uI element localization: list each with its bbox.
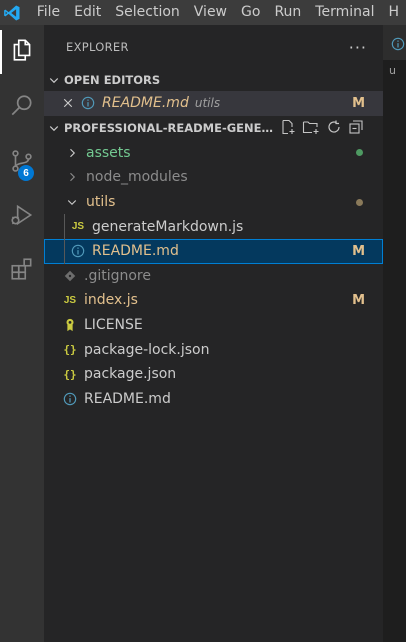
chevron-right-icon (64, 169, 80, 185)
modified-badge: M (352, 95, 365, 111)
extensions-icon (9, 256, 35, 286)
run-debug-icon (9, 202, 35, 232)
collapse-all-icon[interactable] (348, 119, 364, 138)
new-file-icon[interactable] (280, 119, 296, 138)
status-dot (356, 198, 363, 206)
activity-source-control[interactable]: 6 (0, 141, 44, 185)
tree-item-label: README.md (84, 390, 171, 407)
git-icon (62, 268, 78, 284)
open-editors-header[interactable]: OPEN EDITORS (44, 69, 383, 91)
menu-go[interactable]: Go (234, 0, 267, 25)
menu-view[interactable]: View (187, 0, 234, 25)
explorer-sidebar: EXPLORER ··· OPEN EDITORS README.md util… (44, 25, 383, 642)
info-icon (80, 95, 96, 111)
menu-run[interactable]: Run (267, 0, 308, 25)
chevron-down-icon (44, 74, 64, 86)
status-dot (356, 149, 363, 157)
tree-item-label: utils (86, 194, 116, 211)
json-file-icon: {} (63, 343, 77, 357)
menu-edit[interactable]: Edit (67, 0, 108, 25)
breadcrumb[interactable]: u (383, 60, 406, 82)
explorer-toolbar (280, 119, 364, 138)
tree-item-label: node_modules (86, 169, 188, 186)
menu-file[interactable]: File (30, 0, 67, 25)
activity-search[interactable] (0, 86, 44, 130)
search-icon (9, 93, 35, 123)
files-icon (9, 37, 35, 67)
activity-extensions[interactable] (0, 249, 44, 293)
new-folder-icon[interactable] (302, 119, 320, 138)
chevron-down-icon (44, 122, 64, 134)
tree-folder-assets[interactable]: assets (44, 141, 383, 166)
tree-item-label: .gitignore (84, 267, 151, 284)
menu-selection[interactable]: Selection (108, 0, 187, 25)
info-icon (70, 243, 86, 259)
json-file-icon: {} (63, 367, 77, 381)
tree-item-label: package.json (84, 366, 177, 383)
info-icon (62, 391, 78, 407)
tree-file-index-js[interactable]: JS index.js M (44, 288, 383, 313)
tree-file-license[interactable]: LICENSE (44, 313, 383, 338)
explorer-header: EXPLORER ··· (44, 25, 383, 69)
activity-run-debug[interactable] (0, 195, 44, 239)
open-editor-filename: README.md (102, 95, 189, 112)
indent-guide (64, 214, 65, 239)
file-tree: assets node_modules utils JS generateMar… (44, 141, 383, 412)
project-name: PROFESSIONAL-README-GENER... (64, 121, 274, 136)
tree-item-label: README.md (92, 243, 179, 260)
chevron-down-icon (64, 194, 80, 210)
activity-explorer[interactable] (0, 30, 44, 74)
tree-item-label: assets (86, 144, 131, 161)
tree-file-package-json[interactable]: {} package.json (44, 362, 383, 387)
more-actions-icon[interactable]: ··· (349, 38, 367, 57)
tree-folder-node-modules[interactable]: node_modules (44, 165, 383, 190)
open-editors-label: OPEN EDITORS (64, 73, 161, 87)
explorer-title: EXPLORER (66, 40, 129, 54)
vscode-logo-icon (0, 0, 24, 25)
editor-tab[interactable] (383, 25, 406, 60)
tree-file-readme-root[interactable]: README.md (44, 387, 383, 412)
open-editor-folder: utils (194, 96, 221, 111)
modified-badge: M (352, 243, 365, 259)
close-icon[interactable] (44, 97, 74, 109)
editor-area: u (383, 25, 406, 642)
tree-file-readme-utils[interactable]: README.md M (44, 238, 383, 264)
tree-item-label: generateMarkdown.js (92, 218, 244, 235)
menu-help[interactable]: H (381, 0, 406, 25)
info-icon (391, 36, 405, 55)
title-bar: File Edit Selection View Go Run Terminal… (0, 0, 406, 25)
tree-folder-utils[interactable]: utils (44, 190, 383, 215)
chevron-right-icon (64, 145, 80, 161)
modified-badge: M (352, 292, 365, 308)
javascript-file-icon: JS (71, 221, 85, 233)
refresh-icon[interactable] (326, 119, 342, 138)
open-editor-item[interactable]: README.md utils M (44, 91, 383, 116)
project-header[interactable]: PROFESSIONAL-README-GENER... (44, 116, 383, 141)
tree-item-label: package-lock.json (84, 341, 210, 358)
tree-file-generatemarkdown[interactable]: JS generateMarkdown.js (44, 214, 383, 239)
license-icon (62, 317, 78, 333)
source-control-badge: 6 (18, 165, 34, 181)
activity-bar: 6 (0, 25, 44, 642)
indent-guide (64, 238, 65, 264)
menu-terminal[interactable]: Terminal (308, 0, 381, 25)
javascript-file-icon: JS (63, 294, 77, 306)
tree-file-gitignore[interactable]: .gitignore (44, 264, 383, 289)
menu-bar: File Edit Selection View Go Run Terminal… (30, 0, 406, 25)
tree-item-label: LICENSE (84, 317, 143, 334)
tree-file-package-lock-json[interactable]: {} package-lock.json (44, 337, 383, 362)
tree-item-label: index.js (84, 292, 138, 309)
